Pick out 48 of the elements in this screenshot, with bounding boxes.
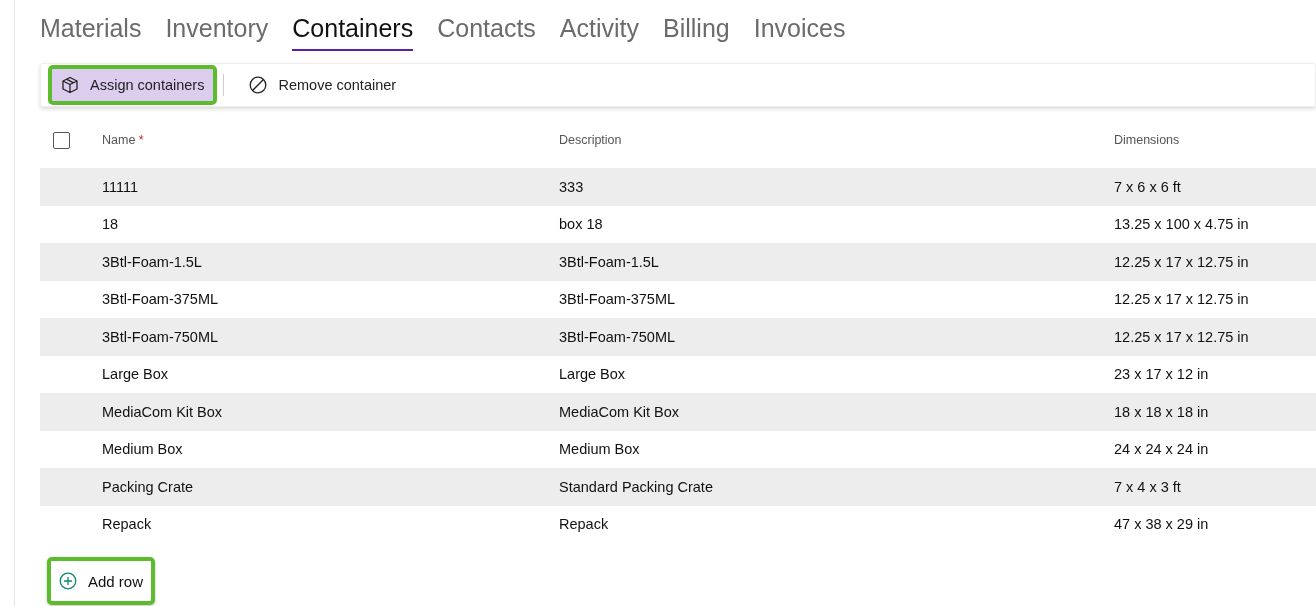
- table-cell: MediaCom Kit Box: [559, 403, 680, 420]
- table-cell: Medium Box: [102, 441, 183, 458]
- remove-container-button[interactable]: Remove container: [236, 65, 410, 105]
- table-cell: 3Btl-Foam-1.5L: [102, 253, 202, 270]
- column-header[interactable]: Description: [559, 133, 622, 147]
- required-icon: *: [138, 133, 144, 147]
- table-cell: Repack: [559, 516, 609, 533]
- box-icon: [61, 76, 79, 94]
- tab[interactable]: Billing: [663, 14, 730, 49]
- select-all-checkbox[interactable]: [53, 131, 70, 149]
- table-cell: MediaCom Kit Box: [102, 403, 223, 420]
- table-cell: 333: [559, 178, 584, 195]
- table-cell: 24 x 24 x 24 in: [1114, 441, 1209, 458]
- tab[interactable]: Activity: [559, 14, 640, 49]
- column-header[interactable]: Name *: [102, 133, 144, 147]
- table-cell: 3Btl-Foam-750ML: [102, 328, 219, 345]
- table-cell: 12.25 x 17 x 12.75 in: [1114, 291, 1249, 308]
- table-cell: Standard Packing Crate: [559, 478, 713, 495]
- table-cell: 3Btl-Foam-375ML: [102, 291, 219, 308]
- table-cell: 7 x 6 x 6 ft: [1114, 178, 1181, 195]
- add-row-button[interactable]: Add row: [47, 557, 156, 605]
- column-header[interactable]: Dimensions: [1114, 133, 1180, 147]
- tab[interactable]: Invoices: [753, 14, 846, 49]
- table-cell: Large Box: [102, 366, 169, 383]
- tab[interactable]: Contacts: [437, 14, 536, 49]
- table-cell: 12.25 x 17 x 12.75 in: [1114, 328, 1249, 345]
- table-cell: Repack: [102, 516, 152, 533]
- table-cell: 18: [102, 216, 119, 233]
- table-cell: Large Box: [559, 366, 626, 383]
- tab[interactable]: Inventory: [165, 14, 269, 49]
- table-cell: 18 x 18 x 18 in: [1114, 403, 1209, 420]
- table-cell: 7 x 4 x 3 ft: [1114, 478, 1181, 495]
- tab[interactable]: Materials: [40, 14, 142, 49]
- assign-containers-button[interactable]: Assign containers: [48, 65, 218, 105]
- table-cell: 23 x 17 x 12 in: [1114, 366, 1209, 383]
- table-cell: 12.25 x 17 x 12.75 in: [1114, 253, 1249, 270]
- tab[interactable]: Containers: [292, 14, 414, 51]
- table-cell: 47 x 38 x 29 in: [1114, 516, 1209, 533]
- table-cell: 3Btl-Foam-375ML: [559, 291, 676, 308]
- table-cell: 3Btl-Foam-1.5L: [559, 253, 659, 270]
- add-icon: [59, 572, 77, 590]
- table-cell: 13.25 x 100 x 4.75 in: [1114, 216, 1249, 233]
- table-cell: Packing Crate: [102, 478, 194, 495]
- table-cell: box 18: [559, 216, 603, 233]
- table-cell: 3Btl-Foam-750ML: [559, 328, 676, 345]
- prohibited-icon: [249, 76, 268, 94]
- table-cell: Medium Box: [559, 441, 640, 458]
- table-cell: 11111: [102, 178, 139, 195]
